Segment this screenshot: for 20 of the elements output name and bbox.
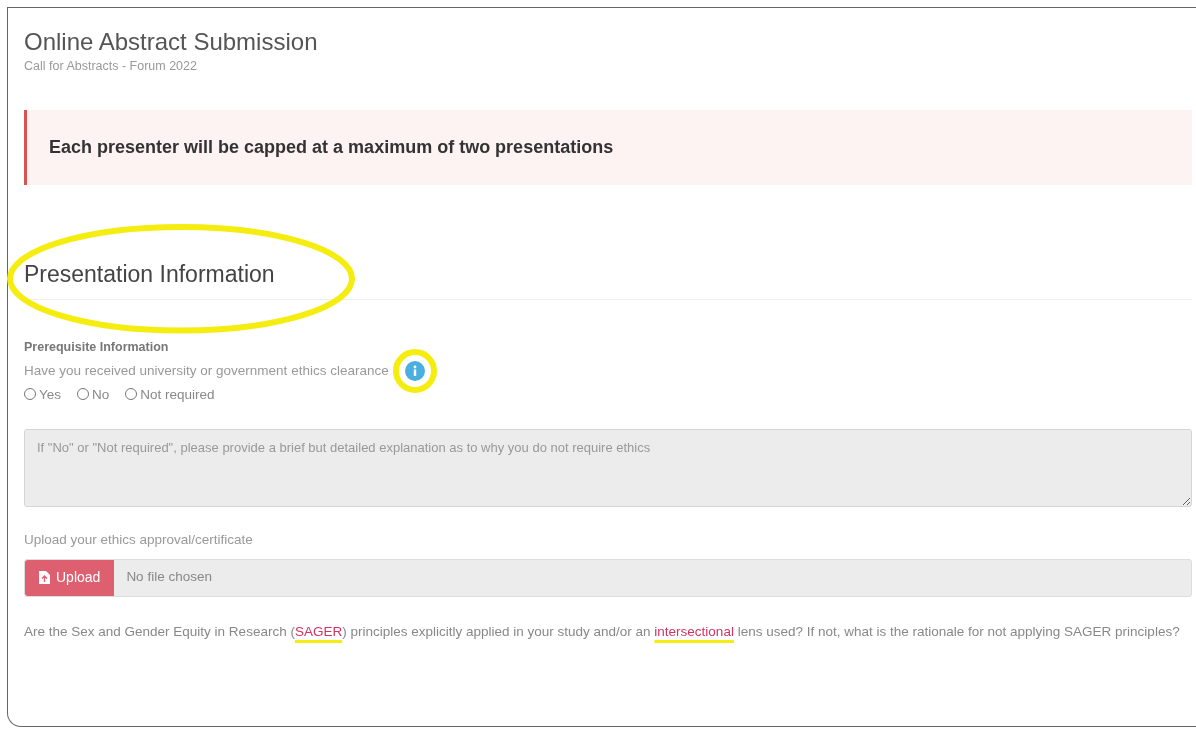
field-label: Upload your ethics approval/certificate [24, 531, 254, 550]
page-title: Online Abstract Submission [24, 28, 319, 57]
question-text: Are the Sex and Gender Equity in Research (SAGER) principles explicitly applied in your study and/or an intersectional lens used? If not, what is the rationale for not applying SAGER principles? [24, 622, 1181, 641]
question-text: Have you received university or government ethics clearance [24, 361, 389, 380]
notice-banner: Each presenter will be capped at a maximum of two presentations [24, 109, 1192, 185]
term-link[interactable]: SAGER [294, 623, 343, 639]
radio-option[interactable]: Yes [24, 385, 62, 406]
radio-option[interactable]: Not required [125, 385, 215, 406]
term-link[interactable]: intersectional [654, 623, 734, 639]
highlight-ellipse [392, 348, 437, 393]
info-icon[interactable] [404, 360, 425, 381]
explanation-field[interactable]: If "No" or "Not required", please provide a brief but detailed explanation as to why you do not require ethics [24, 429, 1192, 508]
file-upload-icon [39, 571, 50, 585]
field-label: Prerequisite Information [24, 339, 170, 357]
file-upload-field[interactable]: Upload No file chosen [24, 558, 1192, 597]
radio-option[interactable]: No [77, 385, 110, 406]
section-heading: Presentation Information [24, 256, 1192, 301]
upload-button[interactable]: Upload [25, 559, 115, 596]
page-subtitle: Call for Abstracts - Forum 2022 [24, 57, 198, 75]
file-status: No file chosen [125, 568, 213, 587]
